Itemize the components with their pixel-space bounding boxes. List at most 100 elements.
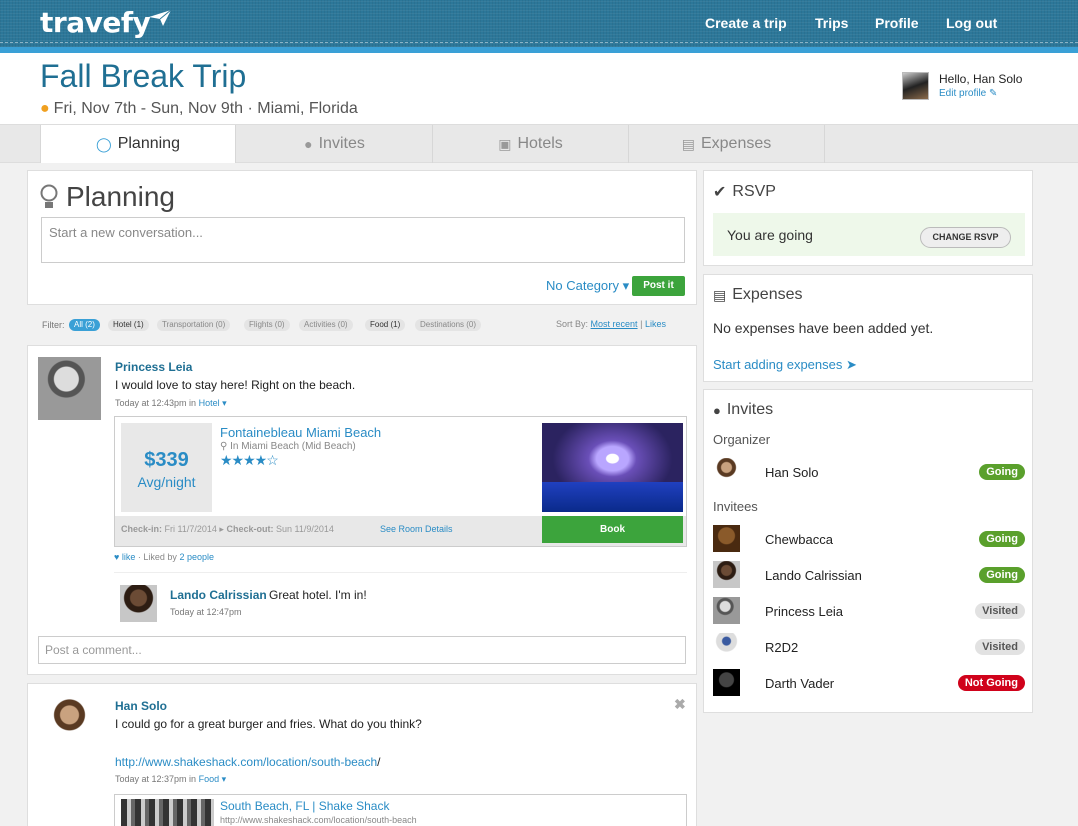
planning-heading: Planning — [40, 181, 175, 213]
edit-icon: ✎ — [989, 88, 998, 99]
post-author[interactable]: Princess Leia — [115, 360, 192, 374]
check-icon: ✔ — [713, 184, 727, 201]
filter-transportation[interactable]: Transportation (0) — [157, 319, 231, 331]
map-pin-icon: ⚲ — [220, 441, 228, 452]
top-navbar: travefy Create a trip Trips Profile Log … — [0, 0, 1078, 47]
status-badge: Visited — [975, 603, 1025, 619]
filter-all[interactable]: All (2) — [69, 319, 100, 331]
avatar[interactable] — [38, 696, 101, 759]
tab-invites[interactable]: ● Invites — [237, 125, 433, 163]
money-icon: ▤ — [681, 135, 695, 152]
new-conversation-input[interactable]: Start a new conversation... — [41, 217, 685, 263]
category-dropdown[interactable]: No Category ▾ — [546, 278, 629, 294]
post-meta: Today at 12:37pm in Food ▾ — [115, 774, 227, 784]
hotel-star-rating: ★★★★☆ — [220, 452, 279, 468]
expenses-heading: ▤ Expenses — [713, 286, 803, 303]
nav-create-trip[interactable]: Create a trip — [705, 15, 787, 31]
post-princess-leia: Princess Leia I would love to stay here!… — [27, 345, 697, 675]
post-it-button[interactable]: Post it — [632, 276, 685, 296]
rsvp-status-box: You are going CHANGE RSVP — [713, 213, 1025, 256]
close-icon[interactable]: ✖ — [674, 696, 686, 713]
price-box: $339 Avg/night — [121, 423, 212, 512]
invites-panel: ● Invites Organizer Han Solo Going Invite… — [703, 389, 1033, 713]
sort-most-recent[interactable]: Most recent — [591, 319, 638, 329]
invites-heading: ● Invites — [713, 401, 774, 418]
invitee-name: Han Solo — [765, 465, 819, 480]
planning-panel: Planning Start a new conversation... No … — [27, 170, 697, 305]
invite-row-leia[interactable]: Princess Leia Visited — [713, 597, 1025, 625]
nav-logout[interactable]: Log out — [946, 15, 997, 31]
see-room-details-link[interactable]: See Room Details — [380, 524, 453, 534]
avatar — [713, 633, 740, 660]
comment-input[interactable]: Post a comment... — [38, 636, 686, 664]
start-adding-expenses-link[interactable]: Start adding expenses ➤ — [713, 357, 857, 373]
filter-flights[interactable]: Flights (0) — [244, 319, 290, 331]
invite-row-r2d2[interactable]: R2D2 Visited — [713, 633, 1025, 661]
avatar — [713, 561, 740, 588]
invite-row-chewbacca[interactable]: Chewbacca Going — [713, 525, 1025, 553]
travefy-logo[interactable]: travefy — [40, 6, 171, 39]
rsvp-heading: ✔ RSVP — [713, 183, 776, 201]
user-greeting: Hello, Han Solo — [939, 72, 1023, 86]
link-preview-card: South Beach, FL | Shake Shack http://www… — [114, 794, 687, 826]
edit-profile-link[interactable]: Edit profile ✎ — [939, 88, 997, 99]
lightbulb-icon — [40, 184, 58, 208]
user-avatar[interactable] — [902, 72, 929, 100]
liked-by-link[interactable]: 2 people — [179, 552, 214, 562]
post-meta: Today at 12:43pm in Hotel ▾ — [115, 398, 227, 408]
paper-plane-icon — [149, 10, 171, 26]
link-thumbnail[interactable] — [121, 799, 214, 826]
heart-icon: ♥ — [114, 552, 120, 562]
comment-text: Great hotel. I'm in! — [269, 588, 367, 602]
trip-header: Fall Break Trip ● Fri, Nov 7th - Sun, Nov… — [0, 53, 1078, 125]
nav-trips[interactable]: Trips — [815, 15, 848, 31]
change-rsvp-button[interactable]: CHANGE RSVP — [920, 227, 1011, 248]
price-unit: Avg/night — [137, 474, 196, 490]
like-button[interactable]: ♥ like — [114, 552, 135, 562]
trip-title: Fall Break Trip — [40, 58, 247, 94]
comment-author[interactable]: Lando Calrissian — [170, 588, 267, 602]
post-link-row: http://www.shakeshack.com/location/south… — [115, 755, 381, 769]
filter-hotel[interactable]: Hotel (1) — [108, 319, 149, 331]
avatar[interactable] — [38, 357, 101, 420]
invite-row-han-solo[interactable]: Han Solo Going — [713, 458, 1025, 486]
status-badge: Going — [979, 464, 1025, 480]
hotel-name-link[interactable]: Fontainebleau Miami Beach — [220, 425, 381, 440]
filter-destinations[interactable]: Destinations (0) — [415, 319, 482, 331]
post-category[interactable]: Hotel ▾ — [199, 398, 227, 408]
status-badge: Not Going — [957, 675, 1025, 691]
invitees-label: Invitees — [713, 499, 758, 514]
money-icon: ▤ — [713, 286, 727, 303]
link-preview-title[interactable]: South Beach, FL | Shake Shack — [220, 799, 389, 813]
invitee-name: R2D2 — [765, 640, 799, 655]
caret-down-icon: ▾ — [221, 774, 227, 784]
tab-hotels[interactable]: ▣ Hotels — [433, 125, 629, 163]
map-pin-icon: ● — [40, 100, 50, 117]
avatar — [713, 458, 740, 485]
chevron-right-icon: ➤ — [846, 357, 857, 372]
expenses-panel: ▤ Expenses No expenses have been added ye… — [703, 274, 1033, 382]
tab-planning[interactable]: ◯ Planning — [40, 125, 236, 163]
comment-time: Today at 12:47pm — [170, 607, 242, 617]
book-button[interactable]: Book — [542, 516, 683, 543]
hotel-photo[interactable] — [542, 423, 683, 512]
rsvp-panel: ✔ RSVP You are going CHANGE RSVP — [703, 170, 1033, 266]
invitee-name: Chewbacca — [765, 532, 833, 547]
filter-food[interactable]: Food (1) — [365, 319, 406, 331]
post-link[interactable]: http://www.shakeshack.com/location/south… — [115, 755, 377, 769]
invitee-name: Lando Calrissian — [765, 568, 862, 583]
caret-down-icon: ▾ — [222, 398, 227, 408]
divider — [114, 572, 687, 573]
avatar — [713, 597, 740, 624]
sort-likes[interactable]: Likes — [645, 319, 666, 329]
trip-meta: ● Fri, Nov 7th - Sun, Nov 9th · Miami, Fl… — [40, 100, 358, 117]
nav-profile[interactable]: Profile — [875, 15, 919, 31]
post-category[interactable]: Food ▾ — [199, 774, 227, 784]
avatar[interactable] — [120, 585, 157, 622]
invite-row-lando[interactable]: Lando Calrissian Going — [713, 561, 1025, 589]
tab-expenses[interactable]: ▤ Expenses — [629, 125, 825, 163]
filter-activities[interactable]: Activities (0) — [299, 319, 353, 331]
invite-row-darth-vader[interactable]: Darth Vader Not Going — [713, 669, 1025, 697]
post-author[interactable]: Han Solo — [115, 699, 167, 713]
user-icon: ● — [713, 402, 721, 418]
